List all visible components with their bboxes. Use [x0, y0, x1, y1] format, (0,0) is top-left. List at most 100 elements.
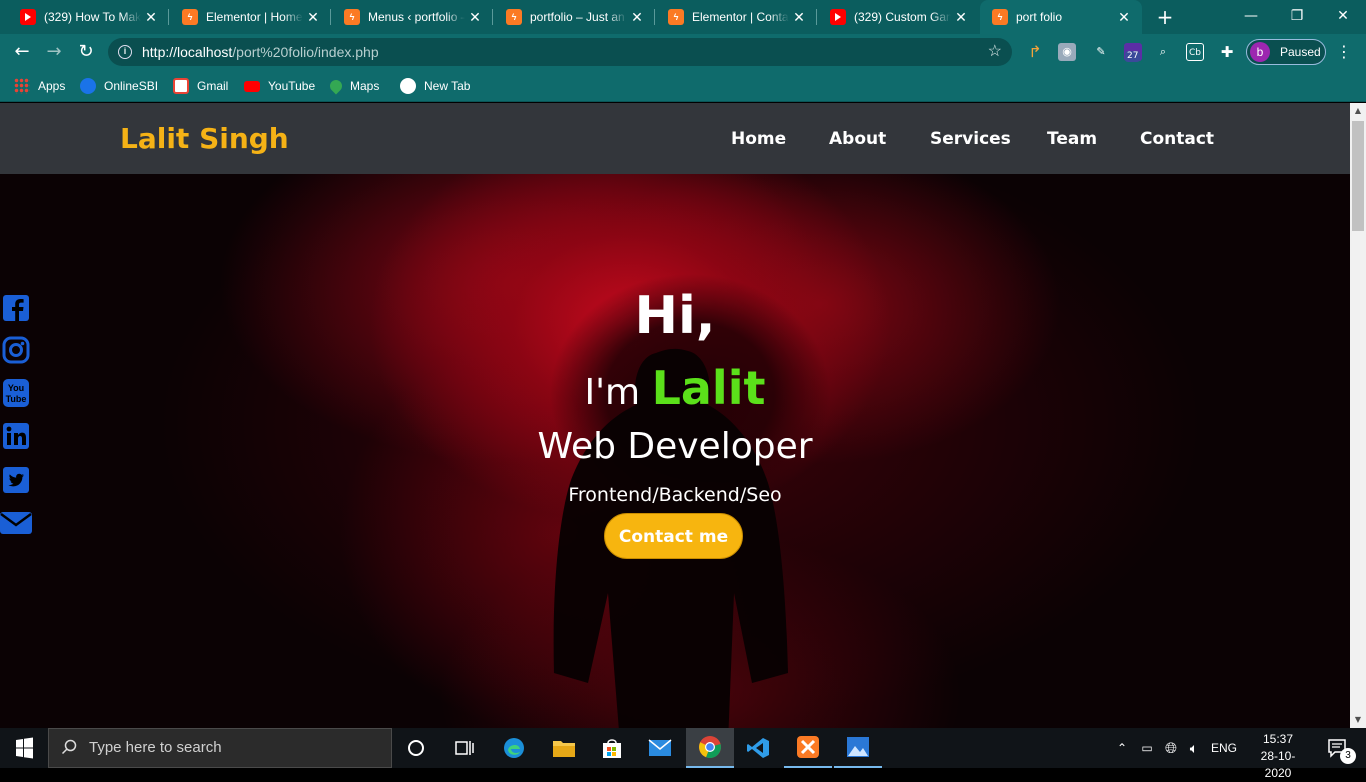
back-button[interactable]: ← — [10, 40, 34, 64]
taskbar-mail[interactable] — [636, 728, 684, 768]
bookmark-apps[interactable]: Apps — [14, 77, 65, 95]
profile-avatar: b — [1250, 42, 1270, 62]
bookmark-gmail[interactable]: Gmail — [173, 77, 228, 95]
youtube-icon — [244, 80, 260, 92]
browser-toolbar: ← → ↻ i http://localhost/port%20folio/in… — [0, 34, 1366, 70]
browser-tab-strip: (329) How To Make ✕ ϟ Elementor | Home ✕… — [0, 0, 1366, 34]
reload-button[interactable]: ↻ — [74, 40, 98, 64]
spy-extension-icon[interactable]: ⌕ — [1154, 43, 1172, 61]
tab-separator — [492, 9, 493, 25]
linkedin-icon[interactable] — [0, 421, 32, 451]
address-bar[interactable]: i http://localhost/port%20folio/index.ph… — [108, 38, 1012, 66]
close-tab-icon[interactable]: ✕ — [627, 9, 647, 26]
notification-center-button[interactable]: 3 — [1318, 728, 1358, 768]
nav-home[interactable]: Home — [731, 129, 786, 149]
bookmark-maps[interactable]: Maps — [327, 77, 379, 95]
cortana-circle-icon — [408, 740, 424, 756]
close-tab-icon[interactable]: ✕ — [465, 9, 485, 26]
taskbar-vscode[interactable] — [734, 728, 782, 768]
close-tab-icon[interactable]: ✕ — [1114, 9, 1134, 26]
taskbar-file-explorer[interactable] — [540, 728, 588, 768]
system-clock[interactable]: 15:37 28-10-2020 — [1250, 731, 1306, 782]
network-globe-icon[interactable]: 🌐︎ — [1160, 728, 1182, 768]
cb-extension-icon[interactable]: Cb — [1186, 43, 1204, 61]
site-navbar: Lalit Singh Home About Services Team Con… — [0, 103, 1350, 174]
windows-taskbar: Type here to search ⌃ ▭ 🌐︎ 🔈︎ ENG 15:37 … — [0, 728, 1366, 780]
browser-tab-active[interactable]: ϟ port folio ✕ — [980, 0, 1142, 34]
browser-tab[interactable]: ϟ Menus ‹ portfolio — ✕ — [332, 0, 493, 34]
cortana-button[interactable] — [392, 728, 440, 768]
close-tab-icon[interactable]: ✕ — [789, 9, 809, 26]
taskbar-store[interactable] — [588, 728, 636, 768]
profile-button[interactable]: b Paused — [1246, 39, 1326, 65]
site-brand[interactable]: Lalit Singh — [120, 122, 289, 155]
pen-extension-icon[interactable]: ✎ — [1092, 43, 1110, 61]
gmail-icon — [173, 78, 189, 94]
close-tab-icon[interactable]: ✕ — [303, 9, 323, 26]
camera-extension-icon[interactable]: ◉ — [1058, 43, 1076, 61]
task-view-button[interactable] — [440, 728, 488, 768]
bookmark-label: New Tab — [424, 79, 471, 93]
extensions-puzzle-icon[interactable]: ✚ — [1218, 43, 1236, 61]
bookmark-star-icon[interactable]: ☆ — [988, 38, 1002, 66]
search-placeholder: Type here to search — [89, 739, 222, 756]
battery-icon[interactable]: ▭ — [1136, 728, 1158, 768]
tray-overflow-chevron-icon[interactable]: ⌃ — [1112, 728, 1132, 768]
start-button[interactable] — [0, 728, 48, 768]
facebook-icon[interactable] — [0, 293, 32, 323]
notification-count-badge: 3 — [1340, 748, 1356, 764]
contact-me-button[interactable]: Contact me — [604, 513, 743, 559]
twitter-icon[interactable] — [0, 465, 32, 495]
page-scrollbar[interactable]: ▲ ▼ — [1350, 103, 1366, 728]
browser-tab[interactable]: ϟ Elementor | Contac ✕ — [656, 0, 817, 34]
extension-arrow-icon[interactable]: ↱ — [1026, 43, 1044, 61]
taskbar-search-box[interactable]: Type here to search — [48, 728, 392, 768]
taskbar-xampp[interactable] — [784, 728, 832, 768]
restore-button[interactable]: ❐ — [1274, 0, 1320, 32]
taskbar-photos[interactable] — [834, 728, 882, 768]
nav-about[interactable]: About — [829, 129, 886, 149]
close-tab-icon[interactable]: ✕ — [141, 9, 161, 26]
language-indicator[interactable]: ENG — [1206, 728, 1242, 768]
browser-tab[interactable]: (329) How To Make ✕ — [8, 0, 169, 34]
tab-title: (329) How To Make — [44, 10, 141, 24]
new-tab-button[interactable]: + — [1154, 6, 1176, 28]
youtube-icon[interactable]: You Tube — [0, 378, 32, 408]
close-window-button[interactable]: ✕ — [1320, 0, 1366, 32]
forward-button[interactable]: → — [42, 40, 66, 64]
scrollbar-thumb[interactable] — [1352, 121, 1364, 231]
site-info-icon[interactable]: i — [118, 45, 132, 59]
close-tab-icon[interactable]: ✕ — [951, 9, 971, 26]
browser-tab[interactable]: ϟ portfolio – Just an ✕ — [494, 0, 655, 34]
clock-time: 15:37 — [1262, 732, 1294, 746]
clock-date: 28-10-2020 — [1260, 749, 1296, 780]
extension-badge-icon[interactable]: 27 — [1124, 43, 1142, 62]
bookmark-new-tab[interactable]: New Tab — [400, 77, 470, 95]
instagram-icon[interactable] — [0, 335, 32, 365]
bookmarks-bar: Apps OnlineSBI Gmail YouTube Maps New Ta… — [0, 70, 1366, 102]
browser-tab[interactable]: (329) Custom Gam ✕ — [818, 0, 979, 34]
taskbar-chrome[interactable] — [686, 728, 734, 768]
nav-contact[interactable]: Contact — [1140, 129, 1214, 149]
browser-menu-icon[interactable]: ⋮ — [1334, 40, 1354, 64]
extension-badge-count: 27 — [1125, 51, 1141, 62]
xampp-icon: ϟ — [992, 9, 1008, 25]
windows-logo-icon — [16, 737, 33, 759]
email-icon[interactable] — [0, 508, 32, 538]
volume-icon[interactable]: 🔈︎ — [1184, 728, 1204, 768]
bookmark-label: OnlineSBI — [104, 79, 159, 93]
bookmark-label: Gmail — [197, 79, 229, 93]
edge-icon — [504, 738, 524, 758]
bookmark-youtube[interactable]: YouTube — [244, 77, 315, 95]
nav-services[interactable]: Services — [930, 129, 1011, 149]
scroll-down-arrow-icon[interactable]: ▼ — [1350, 712, 1366, 728]
browser-tab[interactable]: ϟ Elementor | Home ✕ — [170, 0, 331, 34]
tab-separator — [168, 9, 169, 25]
youtube-icon — [830, 9, 846, 25]
taskbar-edge[interactable] — [490, 728, 538, 768]
scroll-up-arrow-icon[interactable]: ▲ — [1350, 103, 1366, 119]
bookmark-onlinesbi[interactable]: OnlineSBI — [80, 77, 158, 95]
nav-team[interactable]: Team — [1047, 129, 1097, 149]
minimize-button[interactable]: — — [1228, 0, 1274, 32]
bookmark-label: YouTube — [268, 79, 316, 93]
